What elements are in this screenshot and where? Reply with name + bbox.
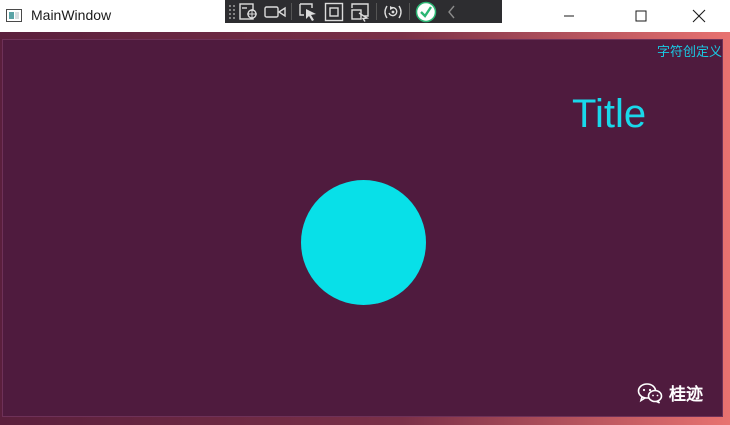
toolbar-separator: [376, 3, 377, 20]
hot-reload-icon: [384, 5, 402, 18]
display-layout-adorners-button[interactable]: [321, 0, 347, 23]
corner-label: 字符创定义: [656, 45, 722, 60]
collapse-chevron-icon: [448, 5, 455, 18]
app-window-icon: [6, 9, 22, 22]
circle-shape: [301, 180, 426, 305]
title-bar: MainWindow: [0, 0, 730, 33]
minimize-button[interactable]: [546, 0, 592, 32]
maximize-icon: [635, 10, 647, 22]
brand-text: 桂迹: [669, 385, 703, 405]
checkmark-button[interactable]: [413, 0, 439, 23]
go-to-live-visual-tree-icon: [239, 2, 257, 20]
track-focus-icon: [351, 2, 370, 22]
collapse-toolbar-button[interactable]: [439, 0, 465, 23]
wechat-icon: [637, 382, 663, 404]
debug-toolbar: [225, 0, 502, 23]
checkmark-icon: [415, 1, 437, 22]
hot-reload-button[interactable]: [380, 0, 406, 23]
toolbar-separator: [409, 3, 410, 20]
canvas-title: Title: [572, 92, 647, 136]
display-layout-adorners-icon: [324, 2, 344, 21]
close-button[interactable]: [676, 0, 722, 32]
toolbar-separator: [291, 3, 292, 20]
record-button[interactable]: [262, 0, 288, 23]
window-title: MainWindow: [31, 7, 112, 23]
select-element-button[interactable]: [295, 0, 321, 23]
toolbar-grip-icon[interactable]: [228, 4, 236, 19]
brand-watermark: 桂迹: [637, 380, 703, 405]
record-icon: [264, 5, 286, 18]
close-icon: [692, 9, 706, 23]
maximize-button[interactable]: [618, 0, 664, 32]
minimize-icon: [564, 15, 574, 17]
track-focus-button[interactable]: [347, 0, 373, 23]
go-to-live-visual-tree-button[interactable]: [236, 0, 262, 23]
select-element-icon: [299, 2, 316, 21]
